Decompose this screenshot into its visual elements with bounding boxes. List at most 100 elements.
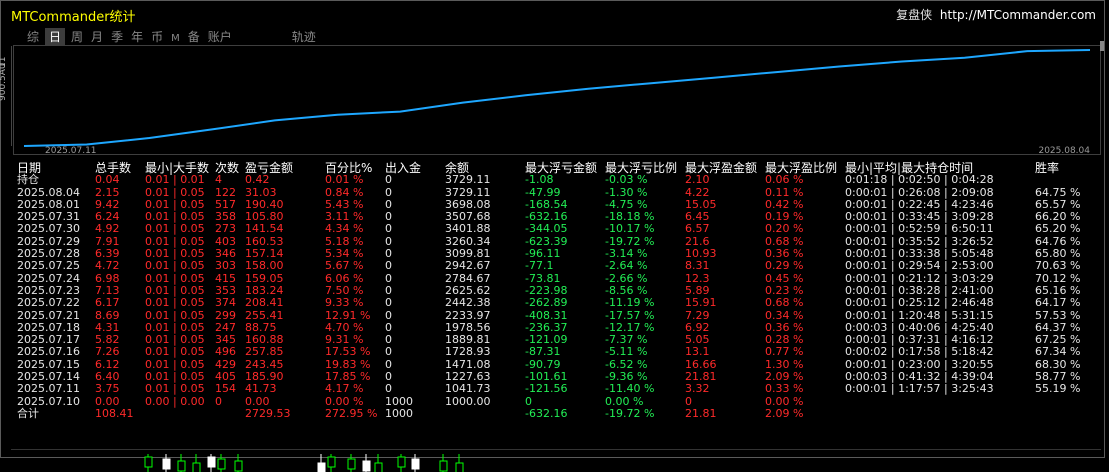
equity-curve-svg [23,49,1091,147]
cell-col-8: -632.16 [525,406,568,420]
candle-body [411,458,420,470]
cell-col-13: 70.63 % [1035,259,1081,273]
chart-end-date: 2025.08.04 [1038,146,1090,156]
cell-col-5: 4.17 % [325,382,364,396]
cell-col-12: 0:00:02 | 0:17:58 | 5:18:42 [845,345,994,359]
cell-col-3: 374 [215,296,236,310]
candle-body [317,462,326,472]
tab-9[interactable]: 账户 [206,28,234,45]
cell-col-11: 2.09 % [765,406,804,420]
cell-col-4: 208.41 [245,296,284,310]
panel-title: MTCommander统计 [11,10,136,25]
tab-8[interactable]: 备 [186,28,202,45]
candle-body [455,462,464,472]
candle-body [192,462,201,472]
cell-col-8: -1.08 [525,173,554,187]
cell-col-9: -11.19 % [605,296,655,310]
cell-col-6: 0 [385,173,392,187]
candle-body [234,460,243,472]
cell-col-12: 0:01:18 | 0:02:50 | 0:04:28 [845,173,994,187]
cell-col-3: 496 [215,345,236,359]
cell-col-6: 1000 [385,406,413,420]
tab-4[interactable]: 季 [109,28,125,45]
cell-col-12: 0:00:01 | 0:52:59 | 6:50:11 [845,222,994,236]
cell-col-7: 3729.11 [445,173,491,187]
cell-col-6: 0 [385,296,392,310]
cell-col-1: 4.92 [95,222,120,236]
cell-col-7: 2233.97 [445,308,491,322]
cell-col-12: 0:00:01 | 1:20:48 | 5:31:15 [845,308,994,322]
candle-body [374,462,383,472]
period-tabs: 综日周月季年币 M 备账户 轨迹 [25,28,322,45]
cell-col-6: 0 [385,259,392,273]
tab-1[interactable]: 日 [45,28,66,45]
cell-col-3: 154 [215,382,236,396]
cell-col-8: -262.89 [525,296,568,310]
cell-col-7: 1041.73 [445,382,491,396]
cell-col-9: -10.17 % [605,222,655,236]
tab-10[interactable]: 轨迹 [290,28,318,45]
cell-col-3: 273 [215,222,236,236]
cell-col-1: 0.04 [95,173,120,187]
tab-0[interactable]: 综 [25,28,41,45]
cell-col-0: 2025.07.30 [17,222,80,236]
statistics-panel: MTCommander统计 复盘侠 http://MTCommander.com… [0,0,1105,458]
cell-col-4: 41.73 [245,382,277,396]
cell-col-7: 3401.88 [445,222,491,236]
tab-2[interactable]: 周 [69,28,85,45]
cell-col-4: 257.85 [245,345,284,359]
cell-col-10: 13.1 [685,345,710,359]
cell-col-10: 6.57 [685,222,710,236]
cell-col-12: 0:00:01 | 0:25:12 | 2:46:48 [845,296,994,310]
cell-col-13: 胜率 [1035,161,1060,175]
cell-col-7: 2442.38 [445,296,491,310]
cell-col-5: 9.33 % [325,296,364,310]
cell-col-9: -2.64 % [605,259,648,273]
cell-col-13: 65.20 % [1035,222,1081,236]
cell-col-10: 3.32 [685,382,710,396]
cell-col-9: -19.72 % [605,406,655,420]
footer-divider [11,449,1101,450]
cell-col-2: 0.01 | 0.05 [145,345,205,359]
cell-col-5: 272.95 % [325,406,378,420]
candle-body [397,456,406,468]
candle-body [439,460,448,472]
scrollbar-thumb[interactable] [1100,41,1104,51]
cell-col-5: 17.53 % [325,345,371,359]
cell-col-3: 299 [215,308,236,322]
tab-3[interactable]: 月 [89,28,105,45]
tab-5[interactable]: 年 [129,28,145,45]
cell-col-10: 7.29 [685,308,710,322]
side-scale-mid: 900.5AU [0,62,8,101]
candle-body [144,456,153,468]
cell-col-0: 2025.07.16 [17,345,80,359]
candle-body [217,458,226,470]
cell-col-13: 67.34 % [1035,345,1081,359]
cell-col-6: 0 [385,308,392,322]
cell-col-5: 4.34 % [325,222,364,236]
candle-body [207,456,216,468]
tab-6[interactable]: 币 [149,28,165,45]
cell-col-8: -77.1 [525,259,554,273]
brand-url[interactable]: http://MTCommander.com [940,8,1096,22]
cell-col-3: 0 [215,394,222,408]
equity-chart [13,45,1101,155]
cell-col-1: 3.75 [95,382,120,396]
cell-col-4: 2729.53 [245,406,291,420]
cell-col-8: -408.31 [525,308,568,322]
cell-col-11: 0.68 % [765,296,804,310]
cell-col-12: 0:00:01 | 0:29:54 | 2:53:00 [845,259,994,273]
tab-7[interactable]: M [169,33,182,44]
candle-body [362,460,371,472]
cell-col-11: 0.06 % [765,173,804,187]
cell-col-5: 12.91 % [325,308,371,322]
cell-col-4: 158.00 [245,259,284,273]
cell-col-8: -344.05 [525,222,568,236]
cell-col-2: 0.00 | 0.00 [145,394,205,408]
cell-col-13: 55.19 % [1035,382,1081,396]
candlestick-chart-icon [144,454,464,472]
cell-col-2: 0.01 | 0.05 [145,222,205,236]
chart-start-date: 2025.07.11 [45,146,97,156]
cell-col-10: 21.81 [685,406,717,420]
cell-col-2: 0.01 | 0.05 [145,382,205,396]
